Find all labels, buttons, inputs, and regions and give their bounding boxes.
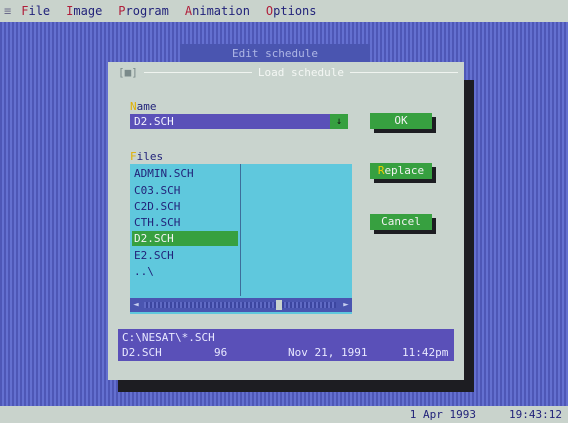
dialog-title-bar: [■] Load schedule [108, 62, 464, 82]
cancel-button[interactable]: Cancel [370, 214, 432, 230]
menu-bar: ≡ File Image Program Animation Options [0, 0, 568, 22]
title-line-right [349, 71, 458, 73]
close-icon[interactable]: [■] [118, 66, 138, 79]
system-menu-icon[interactable]: ≡ [4, 4, 11, 18]
menu-options[interactable]: Options [266, 4, 317, 18]
history-dropdown-icon[interactable]: ↓ [330, 114, 348, 129]
ok-button[interactable]: OK [370, 113, 432, 129]
menu-program[interactable]: Program [118, 4, 169, 18]
file-date: Nov 21, 1991 [288, 346, 368, 359]
file-name: D2.SCH [122, 346, 162, 359]
horizontal-scrollbar[interactable]: ◄ ► [130, 298, 352, 312]
list-item-parent-dir[interactable]: ..\ [132, 264, 238, 279]
dialog-title: Load schedule [257, 65, 344, 79]
list-column-divider [240, 164, 241, 296]
menu-file[interactable]: File [21, 4, 50, 18]
status-bar: 1 Apr 1993 19:43:12 [0, 406, 568, 423]
files-label: Files [130, 150, 164, 163]
scroll-left-icon[interactable]: ◄ [130, 298, 142, 312]
file-time: 11:42pm [402, 346, 449, 359]
scrollbar-thumb[interactable] [276, 300, 282, 310]
list-item[interactable]: C03.SCH [132, 183, 238, 198]
files-list[interactable]: ADMIN.SCH C03.SCH C2D.SCH CTH.SCH D2.SCH… [130, 164, 352, 314]
scroll-right-icon[interactable]: ► [340, 298, 352, 312]
file-size: 96 [214, 346, 228, 359]
status-clock: 19:43:12 [509, 408, 562, 421]
background-dialog-title: Edit schedule [180, 44, 370, 64]
list-item[interactable]: C2D.SCH [132, 199, 238, 214]
title-line-left [143, 71, 252, 73]
replace-button[interactable]: Replace [370, 163, 432, 179]
list-item[interactable]: E2.SCH [132, 248, 238, 263]
menu-image[interactable]: Image [66, 4, 102, 18]
status-date: 1 Apr 1993 [409, 408, 476, 421]
list-item-selected[interactable]: D2.SCH [132, 231, 238, 246]
list-item[interactable]: ADMIN.SCH [132, 166, 238, 181]
name-label: Name [130, 100, 157, 113]
file-path: C:\NESAT\*.SCH [122, 331, 215, 344]
file-info-panel: C:\NESAT\*.SCH D2.SCH 96 Nov 21, 1991 11… [118, 329, 454, 361]
scrollbar-track[interactable] [144, 302, 336, 308]
menu-animation[interactable]: Animation [185, 4, 250, 18]
list-item[interactable]: CTH.SCH [132, 215, 238, 230]
name-input[interactable]: D2.SCH [130, 114, 340, 129]
load-schedule-dialog: [■] Load schedule Name D2.SCH ↓ Files AD… [108, 62, 464, 380]
